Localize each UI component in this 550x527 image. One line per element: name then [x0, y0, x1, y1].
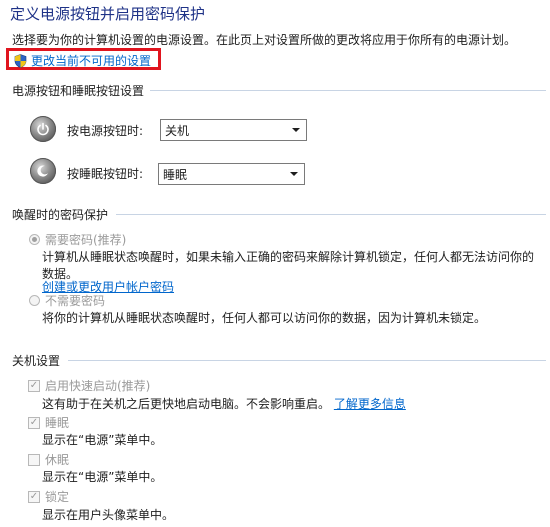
fast-startup-description: 这有助于在关机之后更快地启动电脑。不会影响重启。: [42, 397, 331, 411]
change-unavailable-settings-label: 更改当前不可用的设置: [31, 54, 152, 68]
fast-startup-option[interactable]: ✓ 启用快速启动(推荐): [28, 377, 150, 394]
no-password-radio[interactable]: [29, 295, 40, 306]
require-password-description: 计算机从睡眠状态唤醒时，如果未输入正确的密码来解除计算机锁定，任何人都无法访问你…: [42, 250, 535, 281]
lock-menu-option[interactable]: ✓ 锁定: [28, 488, 69, 505]
page-title: 定义电源按钮并启用密码保护: [10, 5, 206, 23]
sleep-button-action-select[interactable]: 睡眠: [158, 163, 305, 185]
section-divider: [68, 360, 546, 361]
power-button-action-label: 按电源按钮时:: [67, 124, 144, 138]
power-button-action-select[interactable]: 关机: [160, 119, 307, 141]
sleep-menu-option[interactable]: ✓ 睡眠: [28, 414, 69, 431]
hibernate-menu-description: 显示在“电源”菜单中。: [42, 470, 163, 484]
hibernate-menu-label: 休眠: [45, 453, 70, 467]
uac-shield-icon: [14, 53, 27, 68]
fast-startup-description-row: 这有助于在关机之后更快地启动电脑。不会影响重启。 了解更多信息: [42, 395, 406, 412]
hibernate-menu-option[interactable]: 休眠: [28, 451, 69, 468]
sleep-button-icon: [30, 158, 56, 184]
sleep-menu-checkbox[interactable]: ✓: [28, 416, 40, 429]
section-divider: [150, 90, 546, 91]
sleep-menu-label: 睡眠: [45, 416, 70, 430]
power-button-icon: [30, 116, 56, 142]
page-subtitle: 选择要为你的计算机设置的电源设置。在此页上对设置所做的更改将应用于你所有的电源计…: [12, 33, 517, 47]
lock-menu-checkbox[interactable]: ✓: [28, 490, 40, 503]
shutdown-section-title: 关机设置: [12, 354, 61, 368]
require-password-label: 需要密码(推荐): [45, 233, 127, 247]
fast-startup-label: 启用快速启动(推荐): [45, 379, 151, 393]
sleep-menu-description: 显示在“电源”菜单中。: [42, 433, 163, 447]
lock-menu-description: 显示在用户头像菜单中。: [42, 508, 175, 522]
hibernate-menu-checkbox[interactable]: [28, 453, 40, 466]
power-buttons-section-title: 电源按钮和睡眠按钮设置: [12, 84, 145, 98]
no-password-description: 将你的计算机从睡眠状态唤醒时，任何人都可以访问你的数据，因为计算机未锁定。: [42, 311, 487, 325]
wake-password-section-title: 唤醒时的密码保护: [12, 208, 109, 222]
no-password-option[interactable]: 不需要密码: [29, 292, 105, 309]
no-password-label: 不需要密码: [45, 294, 106, 308]
section-divider: [116, 214, 546, 215]
sleep-button-action-value: 睡眠: [163, 167, 188, 182]
require-password-option[interactable]: 需要密码(推荐): [29, 231, 126, 248]
learn-more-link[interactable]: 了解更多信息: [334, 397, 406, 411]
require-password-radio[interactable]: [29, 234, 40, 245]
chevron-down-icon: [290, 172, 298, 176]
chevron-down-icon: [292, 128, 300, 132]
fast-startup-checkbox[interactable]: ✓: [28, 379, 40, 392]
power-button-action-value: 关机: [165, 123, 190, 138]
sleep-button-action-label: 按睡眠按钮时:: [67, 167, 144, 181]
change-unavailable-settings-link[interactable]: 更改当前不可用的设置: [14, 52, 151, 69]
lock-menu-label: 锁定: [45, 490, 70, 504]
